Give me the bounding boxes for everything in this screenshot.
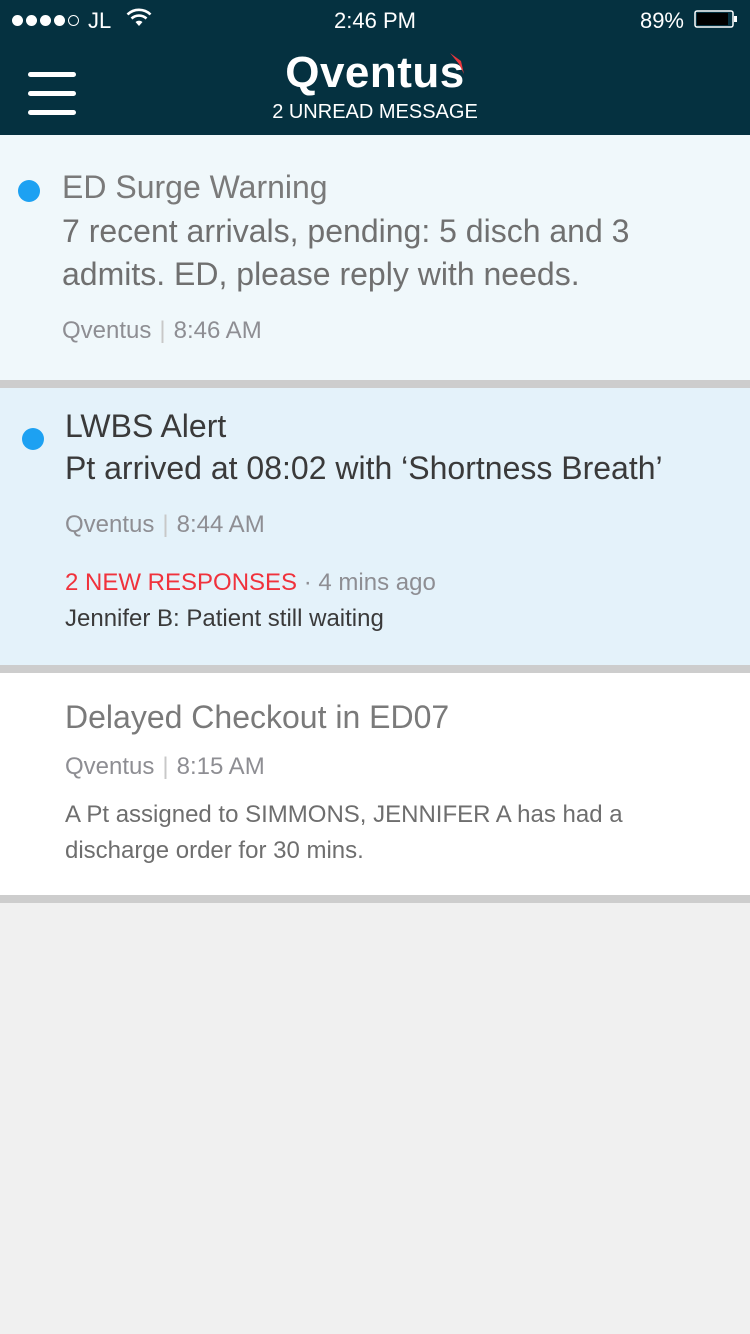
- message-sender: Qventus: [65, 753, 155, 780]
- message-body: A Pt assigned to SIMMONS, JENNIFER A has…: [65, 801, 623, 864]
- message-title: LWBS Alert: [65, 408, 227, 444]
- app-logo: Qventus: [0, 48, 750, 98]
- message-sender: Qventus: [62, 317, 152, 344]
- divider: [0, 380, 750, 388]
- message-body: 7 recent arrivals, pending: 5 disch and …: [62, 213, 630, 292]
- message-meta: Qventus | 8:44 AM: [65, 511, 265, 539]
- unread-indicator: [18, 180, 40, 202]
- message-time: 8:44 AM: [176, 511, 265, 538]
- meta-separator: |: [159, 317, 166, 344]
- message-title: Delayed Checkout in ED07: [65, 699, 450, 735]
- message-body: Pt arrived at 08:02 with ‘Shortness Brea…: [65, 450, 663, 486]
- logo-text: Qventus: [285, 48, 465, 97]
- message-sender: Qventus: [65, 511, 155, 538]
- battery-icon: [694, 10, 737, 28]
- unread-count: 2 UNREAD MESSAGE: [272, 101, 478, 123]
- message-item[interactable]: LWBS Alert Pt arrived at 08:02 with ‘Sho…: [0, 388, 750, 665]
- meta-separator: |: [162, 753, 169, 780]
- divider: [0, 895, 750, 903]
- responses-time: · 4 mins ago: [303, 569, 436, 596]
- message-item[interactable]: ED Surge Warning 7 recent arrivals, pend…: [0, 135, 750, 380]
- message-meta: Qventus | 8:46 AM: [62, 317, 262, 345]
- latest-reply: Jennifer B: Patient still waiting: [65, 605, 384, 632]
- divider: [0, 665, 750, 673]
- message-item[interactable]: Delayed Checkout in ED07 Qventus | 8:15 AM…: [0, 673, 750, 895]
- logo-swoosh-icon: [450, 53, 464, 74]
- status-bar: JL 2:46 PM 89%: [0, 0, 750, 40]
- message-time: 8:15 AM: [176, 753, 265, 780]
- message-time: 8:46 AM: [173, 317, 262, 344]
- app-header: JL 2:46 PM 89% Qventus 2 UNREAD MESSAGE: [0, 0, 750, 135]
- new-responses-label: 2 NEW RESPONSES: [65, 569, 298, 596]
- status-time: 2:46 PM: [334, 8, 416, 33]
- responses-summary[interactable]: 2 NEW RESPONSES · 4 mins ago: [65, 569, 436, 597]
- unread-indicator: [22, 428, 44, 450]
- message-meta: Qventus | 8:15 AM: [65, 753, 265, 781]
- message-title: ED Surge Warning: [62, 169, 328, 205]
- meta-separator: |: [162, 511, 169, 538]
- battery-percentage: 89%: [639, 8, 684, 33]
